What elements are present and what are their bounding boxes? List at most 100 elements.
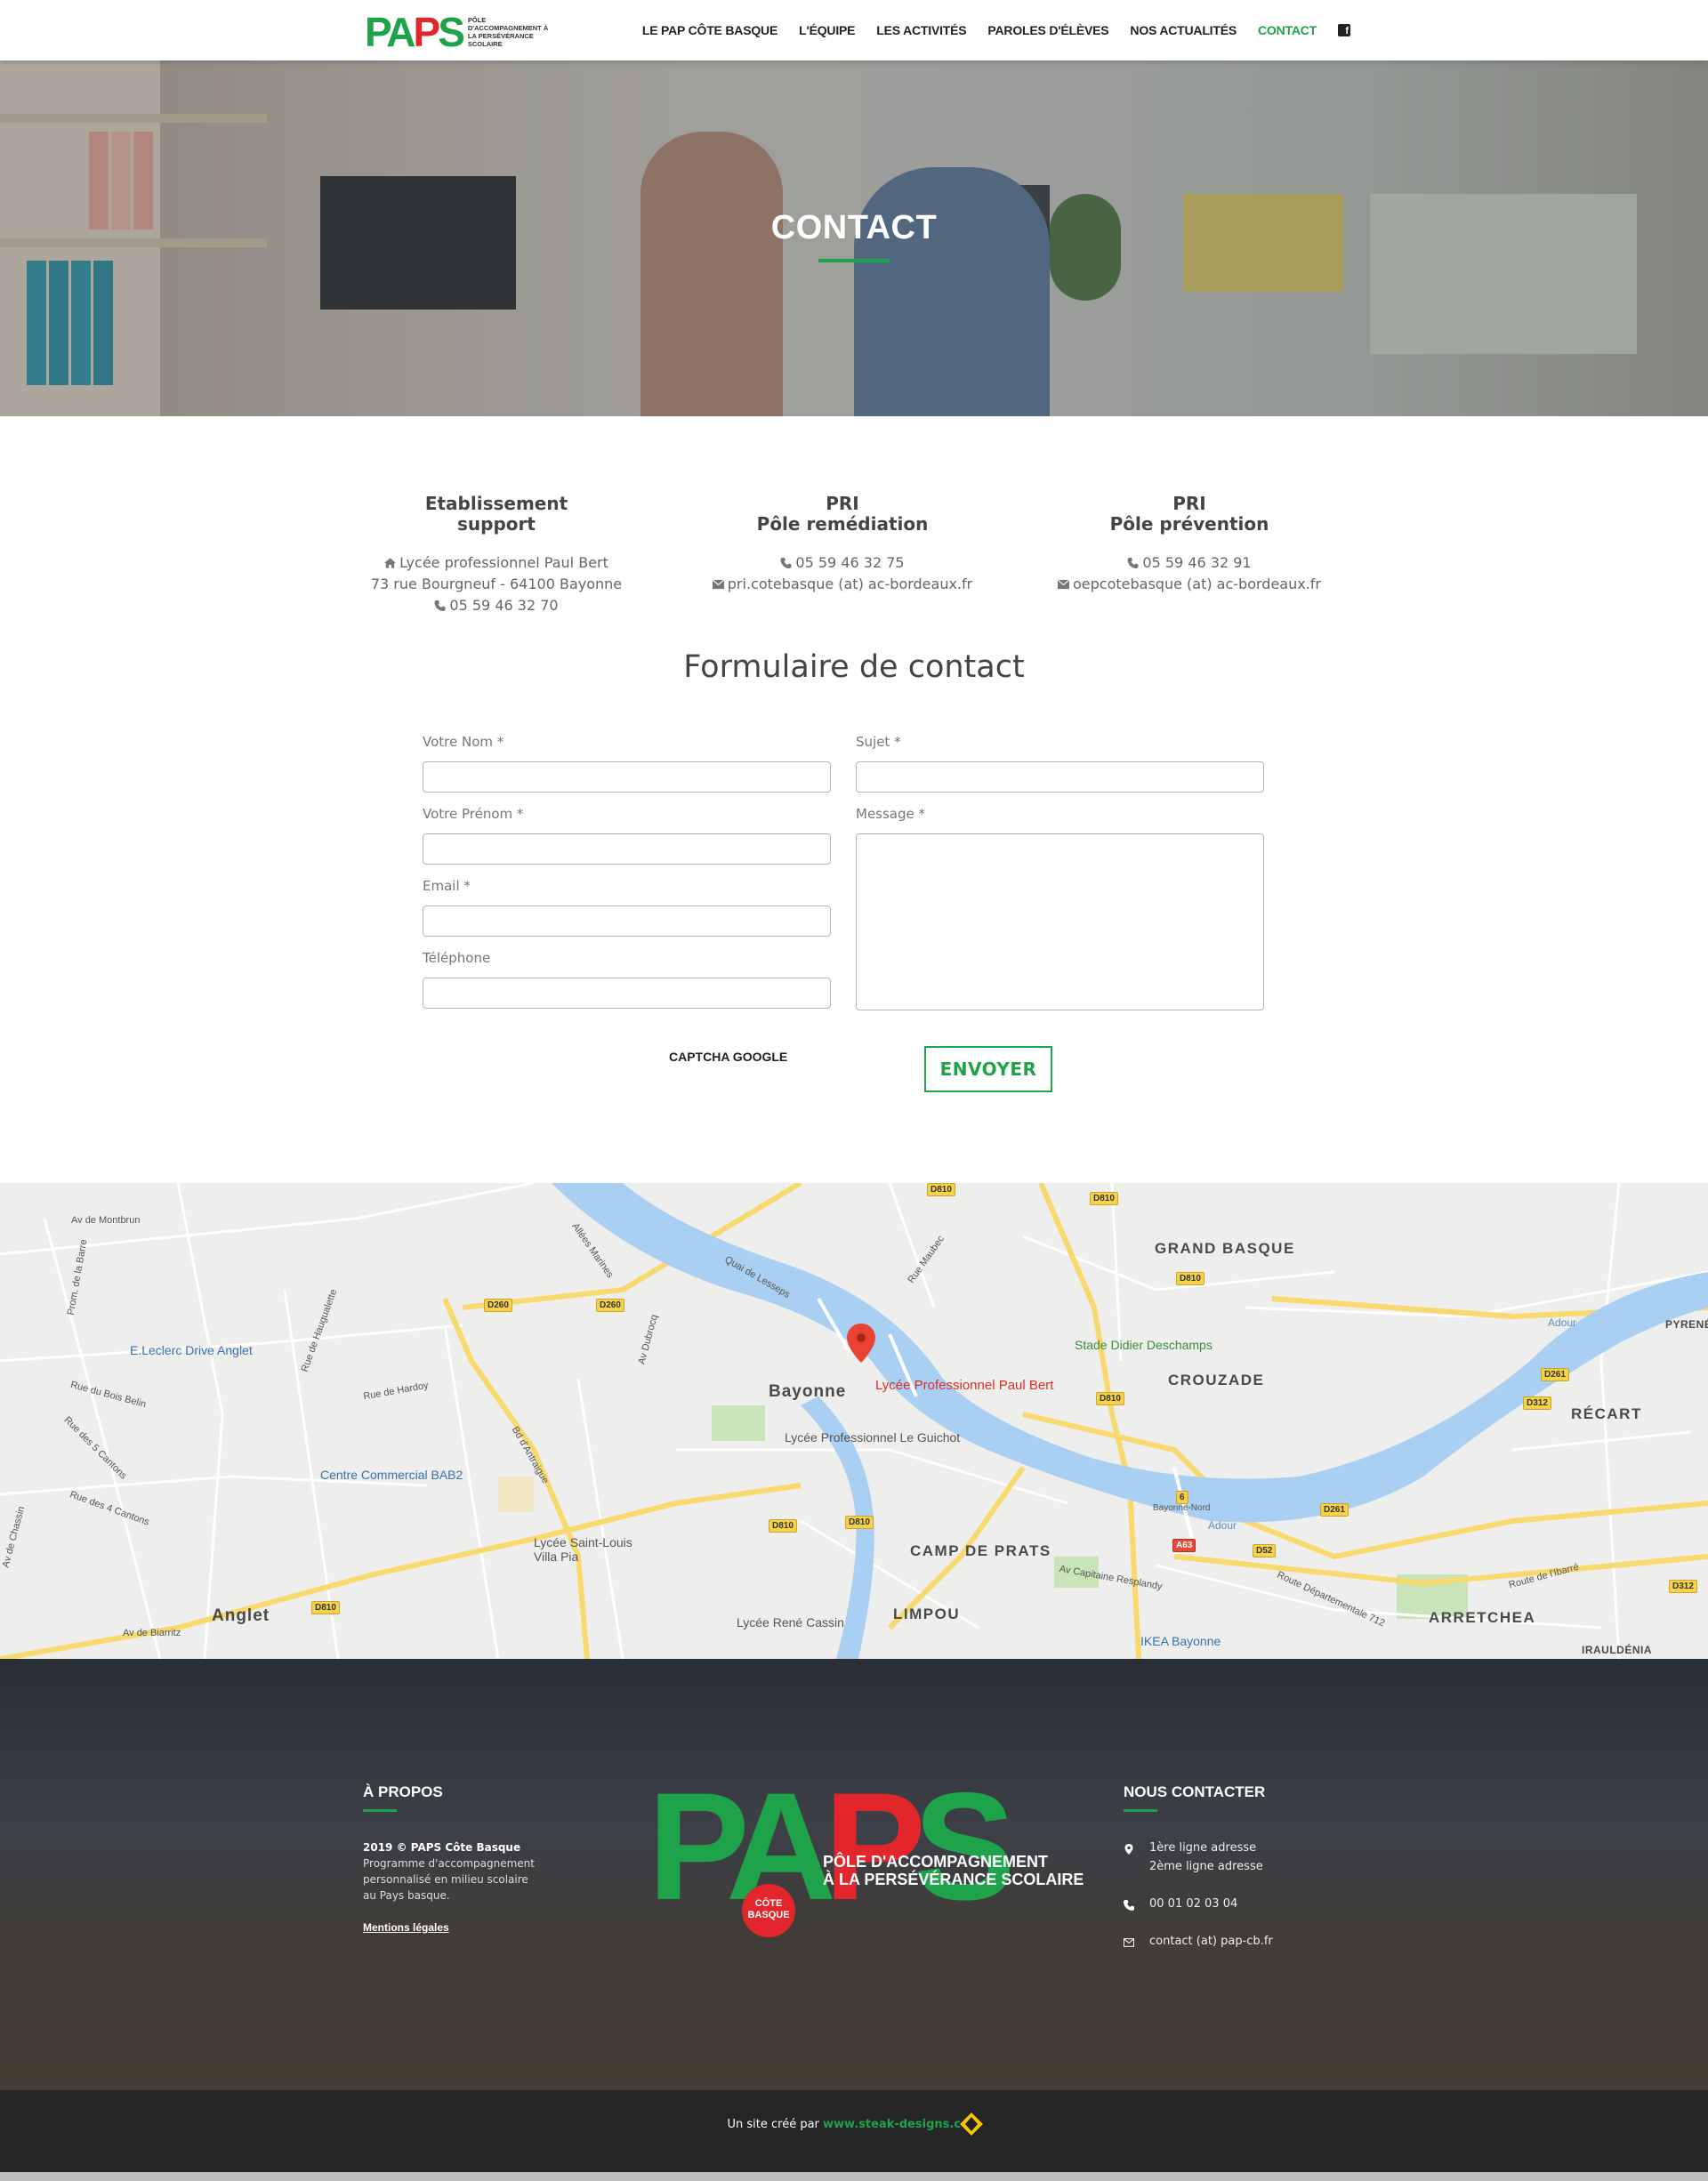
map-poi-leclerc[interactable]: E.Leclerc Drive Anglet (130, 1343, 253, 1357)
nav-actualites[interactable]: NOS ACTUALITÉS (1130, 23, 1237, 37)
road-tag-d810: D810 (1090, 1192, 1118, 1205)
info-etablissement-support: Etablissement support Lycée professionnel… (336, 494, 657, 616)
info-line: 05 59 46 32 75 pri.cotebasque (at) ac-bo… (682, 552, 1003, 595)
label-nom: Votre Nom * (423, 734, 504, 750)
submit-button[interactable]: ENVOYER (924, 1046, 1052, 1092)
credit-bar (0, 2090, 1708, 2172)
logo-mark: PAPS (365, 9, 465, 55)
envelope-icon (1124, 1938, 1134, 1947)
road-tag-d261: D261 (1541, 1368, 1569, 1381)
map-street-montbrun: Av de Montbrun (71, 1215, 141, 1226)
bottom-strip (0, 2172, 1708, 2181)
road-tag-d260: D260 (596, 1299, 624, 1312)
label-prenom: Votre Prénom * (423, 806, 524, 822)
road-tag-6: 6 (1176, 1491, 1188, 1504)
credit-link[interactable]: www.steak-designs.com (823, 2118, 980, 2131)
footer-phone[interactable]: 00 01 02 03 04 (1149, 1895, 1237, 1913)
map-poi-bayonne-nord: Bayonne-Nord (1153, 1503, 1211, 1513)
road-tag-d810: D810 (1176, 1272, 1204, 1285)
telephone-input[interactable] (423, 978, 831, 1009)
map-label-crouzade: CROUZADE (1168, 1372, 1265, 1388)
email-input[interactable] (423, 905, 831, 937)
phone-icon (434, 600, 446, 611)
road-tag-d312: D312 (1669, 1580, 1697, 1593)
info-title: PRI Pôle prévention (1109, 493, 1269, 535)
road-tag-d52: D52 (1253, 1544, 1277, 1557)
map-label-arretchea: ARRETCHEA (1429, 1609, 1536, 1626)
map-label-bayonne: Bayonne (769, 1382, 847, 1401)
map-label-iraldenia: IRAULDÉNIA (1582, 1644, 1652, 1656)
info-line: Lycée professionnel Paul Bert 73 rue Bou… (370, 554, 623, 614)
nom-input[interactable] (423, 761, 831, 793)
map-label-anglet: Anglet (212, 1606, 270, 1625)
hero-title: CONTACT (770, 209, 938, 246)
steak-designs-logo-icon[interactable] (958, 2111, 985, 2137)
footer-about-heading: À PROPOS (363, 1783, 443, 1800)
info-pri-prevention: PRI Pôle prévention 05 59 46 32 91 oepcot… (1029, 494, 1349, 595)
info-line: 05 59 46 32 91 oepcotebasque (at) ac-bor… (1029, 552, 1349, 595)
footer-tagline: PÔLE D'ACCOMPAGNEMENT À LA PERSÉVÉRANCE S… (823, 1853, 1084, 1888)
footer-copyright: 2019 © PAPS Côte Basque (363, 1841, 521, 1854)
footer-about-underline (363, 1809, 397, 1812)
road-tag-d260: D260 (484, 1299, 512, 1312)
envelope-icon (712, 579, 724, 590)
phone-icon (780, 558, 792, 568)
map-poi-centre-commercial[interactable]: Centre Commercial BAB2 (320, 1468, 463, 1482)
map-label-grand-basque: GRAND BASQUE (1155, 1240, 1295, 1257)
road-tag-d261: D261 (1320, 1503, 1349, 1517)
main-nav: LE PAP CÔTE BASQUE L'ÉQUIPE LES ACTIVITÉ… (621, 0, 1350, 60)
map-label-pyrene: PYRENÉ (1665, 1318, 1708, 1331)
map-marker-label[interactable]: Lycée Professionnel Paul Bert (875, 1379, 1053, 1393)
nav-le-pap-cote-basque[interactable]: LE PAP CÔTE BASQUE (642, 23, 777, 37)
footer-logo[interactable]: PAPS CÔTE BASQUE (648, 1770, 1016, 1937)
site-header: PAPS Pôle d'accompagnement à la persévér… (0, 0, 1708, 60)
footer-description-3: au Pays basque. (363, 1889, 450, 1902)
footer-description-1: Programme d'accompagnement (363, 1857, 535, 1870)
footer-address-1: 1ère ligne adresse (1149, 1841, 1257, 1855)
label-message: Message * (856, 806, 926, 822)
nav-equipe[interactable]: L'ÉQUIPE (799, 23, 855, 37)
legal-notice-link[interactable]: Mentions légales (363, 1921, 449, 1934)
info-title: PRI Pôle remédiation (756, 493, 929, 535)
map-label-recart: RÉCART (1571, 1405, 1642, 1422)
site-credit: Un site créé par www.steak-designs.com (727, 2118, 981, 2131)
map-poi-saint-louis[interactable]: Lycée Saint-Louis Villa Pia (534, 1535, 649, 1564)
sujet-input[interactable] (856, 761, 1264, 793)
facebook-icon[interactable]: f (1338, 24, 1350, 36)
home-icon (384, 558, 397, 568)
label-telephone: Téléphone (423, 950, 491, 966)
info-title: Etablissement support (424, 493, 568, 535)
prenom-input[interactable] (423, 833, 831, 865)
message-textarea[interactable] (856, 833, 1264, 1010)
nav-paroles-eleves[interactable]: PAROLES D'ÉLÈVES (987, 23, 1108, 37)
map-poi-ikea[interactable]: IKEA Bayonne (1140, 1634, 1221, 1648)
map-river-adour-1: Adour (1548, 1316, 1577, 1329)
road-tag-a63: A63 (1172, 1539, 1196, 1552)
envelope-icon (1058, 579, 1069, 590)
map-label-limpou: LIMPOU (893, 1606, 961, 1622)
footer-contact-heading: NOUS CONTACTER (1124, 1783, 1266, 1800)
map-poi-guichot[interactable]: Lycée Professionnel Le Guichot (785, 1430, 960, 1445)
info-pri-remediation: PRI Pôle remédiation 05 59 46 32 75 pri.c… (682, 494, 1003, 595)
map-pin-icon (1124, 1844, 1133, 1855)
footer-description-2: personnalisé en milieu scolaire (363, 1873, 528, 1886)
captcha-placeholder[interactable]: CAPTCHA GOOGLE (669, 1050, 787, 1064)
footer-logo-badge: CÔTE BASQUE (742, 1884, 795, 1937)
location-map[interactable]: Bayonne Anglet GRAND BASQUE CROUZADE RÉC… (0, 1183, 1708, 1659)
hero-title-underline (818, 259, 890, 262)
road-tag-d810: D810 (311, 1601, 340, 1614)
phone-icon (1127, 558, 1139, 568)
label-email: Email * (423, 878, 471, 894)
map-poi-stade[interactable]: Stade Didier Deschamps (1075, 1338, 1213, 1352)
nav-contact[interactable]: CONTACT (1258, 23, 1317, 37)
footer-address-2: 2ème ligne adresse (1149, 1860, 1263, 1873)
site-logo[interactable]: PAPS Pôle d'accompagnement à la persévér… (365, 7, 557, 57)
footer-contact-underline (1124, 1809, 1157, 1812)
phone-icon (1124, 1900, 1134, 1911)
logo-tagline: Pôle d'accompagnement à la persévérance … (467, 16, 549, 48)
nav-activites[interactable]: LES ACTIVITÉS (876, 23, 966, 37)
road-tag-d810: D810 (769, 1519, 797, 1533)
road-tag-d810: D810 (927, 1183, 955, 1196)
map-poi-cassin[interactable]: Lycée René Cassin (737, 1615, 844, 1630)
footer-email[interactable]: contact (at) pap-cb.fr (1149, 1933, 1273, 1951)
